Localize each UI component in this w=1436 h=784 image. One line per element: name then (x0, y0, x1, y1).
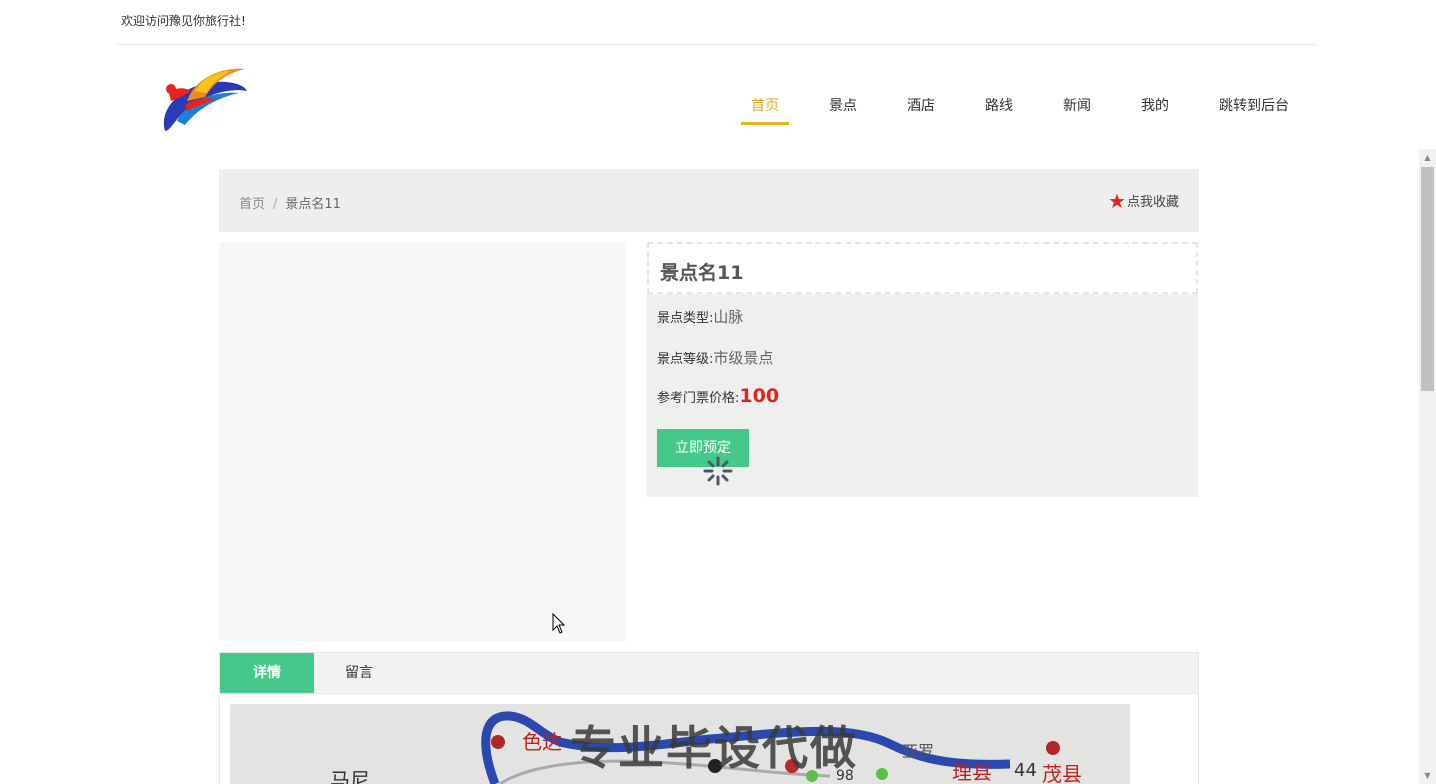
spot-image (219, 242, 626, 641)
map-label: 44 (1014, 760, 1037, 781)
nav-admin[interactable]: 跳转到后台 (1209, 95, 1299, 125)
spot-price-row: 参考门票价格:100 (657, 385, 779, 407)
nav-mine[interactable]: 我的 (1131, 95, 1179, 125)
map-label: 茂县 (1042, 762, 1082, 784)
top-bar: 欢迎访问豫见你旅行社! (117, 0, 1317, 45)
nav-home[interactable]: 首页 (741, 95, 789, 125)
scroll-up-icon[interactable]: ▲ (1419, 149, 1436, 166)
spot-type-label: 景点类型: (657, 311, 714, 326)
scroll-down-icon[interactable]: ▼ (1419, 767, 1436, 784)
spot-title: 景点名11 (647, 242, 1198, 294)
nav-spots[interactable]: 景点 (819, 95, 867, 125)
scrollbar-thumb[interactable] (1421, 167, 1434, 391)
spot-level-value: 市级景点 (713, 349, 774, 367)
detail-map-image: 色达 马尼 理县 44 茂县 亚罗 98 专业毕设代做 (230, 704, 1130, 784)
main-nav: 首页 景点 酒店 路线 新闻 我的 跳转到后台 (711, 95, 1299, 125)
favorite-button[interactable]: ★ 点我收藏 (1108, 188, 1179, 213)
map-label: 亚罗 (902, 742, 935, 761)
breadcrumb-separator: / (273, 197, 278, 212)
breadcrumb-current: 景点名11 (285, 197, 341, 212)
map-label: 色达 (522, 730, 562, 754)
nav-hotels[interactable]: 酒店 (897, 95, 945, 125)
welcome-text: 欢迎访问豫见你旅行社! (121, 14, 246, 28)
spot-price-label: 参考门票价格: (657, 391, 740, 406)
nav-routes[interactable]: 路线 (975, 95, 1023, 125)
star-icon: ★ (1108, 188, 1126, 213)
spot-type-row: 景点类型:山脉 (657, 306, 743, 327)
spot-type-value: 山脉 (713, 308, 744, 326)
site-logo[interactable] (157, 61, 252, 136)
tab-details[interactable]: 详情 (220, 653, 314, 693)
map-label: 理县 (952, 760, 992, 784)
page-scrollbar[interactable]: ▲ ▼ (1419, 149, 1436, 784)
favorite-label: 点我收藏 (1126, 195, 1179, 210)
tab-comments[interactable]: 留言 (314, 653, 404, 693)
detail-tabs: 详情 留言 (219, 652, 1199, 694)
watermark-text: 专业毕设代做 (570, 721, 858, 775)
site-header: 首页 景点 酒店 路线 新闻 我的 跳转到后台 (117, 45, 1317, 155)
nav-news[interactable]: 新闻 (1053, 95, 1101, 125)
spot-level-label: 景点等级: (657, 352, 714, 367)
breadcrumb: 首页 / 景点名11 (239, 193, 341, 212)
map-label: 马尼 (330, 768, 370, 784)
loading-spinner-icon (703, 456, 733, 486)
breadcrumb-home[interactable]: 首页 (239, 197, 265, 212)
spot-info-panel: 景点名11 景点类型:山脉 景点等级:市级景点 参考门票价格:100 立即预定 (647, 242, 1198, 497)
spot-level-row: 景点等级:市级景点 (657, 347, 773, 368)
spot-price-value: 100 (739, 385, 780, 407)
mouse-cursor-icon (552, 613, 566, 634)
breadcrumb-bar: 首页 / 景点名11 ★ 点我收藏 (219, 169, 1199, 232)
